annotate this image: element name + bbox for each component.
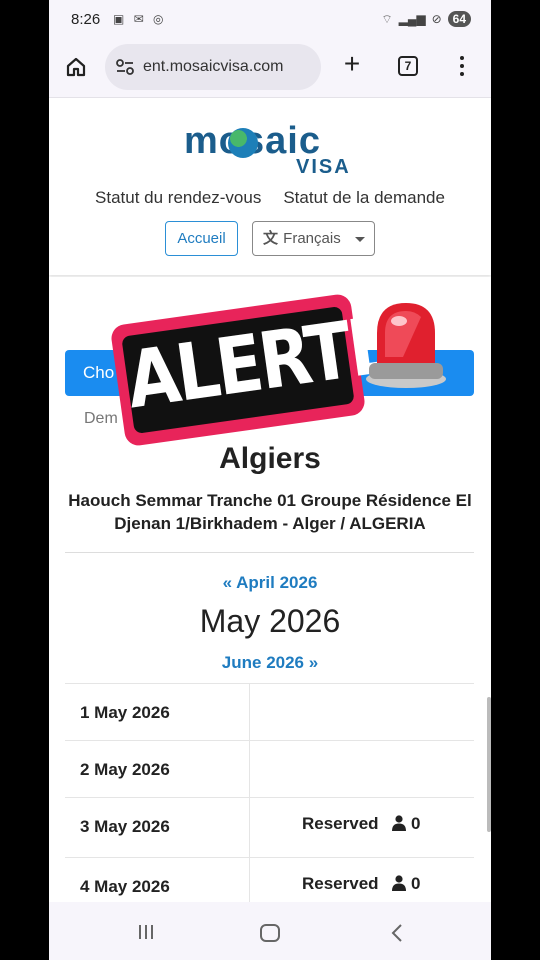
- alert-sticker: ALERTE: [109, 292, 398, 448]
- globe-icon: [228, 128, 258, 158]
- wifi-icon: ⌔: [381, 11, 393, 26]
- previous-month-link[interactable]: « April 2026: [49, 573, 491, 593]
- home-button[interactable]: Accueil: [165, 221, 238, 256]
- day-date: 4 May 2026: [80, 877, 170, 896]
- center-address: Haouch Semmar Tranche 01 Groupe Résidenc…: [68, 491, 472, 533]
- slot-status: Reserved: [302, 814, 379, 833]
- table-row: 2 May 2026: [65, 741, 474, 798]
- nav-appointment-status[interactable]: Statut du rendez-vous: [95, 188, 261, 208]
- site-settings-icon[interactable]: [115, 58, 135, 76]
- table-row: 1 May 2026: [65, 684, 474, 741]
- home-icon[interactable]: [65, 56, 87, 78]
- divider: [65, 552, 474, 553]
- calendar-table: 1 May 2026 2 May 2026 3 May 2026 Reserve…: [65, 683, 474, 918]
- status-time: 8:26: [71, 11, 101, 28]
- day-date: 2 May 2026: [80, 760, 170, 779]
- scrollbar[interactable]: [487, 697, 491, 832]
- url-text[interactable]: ent.mosaicvisa.com: [143, 58, 284, 76]
- signal-icon: ▂▄▆: [398, 12, 426, 26]
- slot-count: 0: [411, 814, 421, 833]
- main-content: Cho Dem ALERTE Algiers Haouch Semmar Tra…: [49, 277, 491, 918]
- back-icon[interactable]: [389, 924, 405, 942]
- site-nav: Statut du rendez-vous Statut de la deman…: [49, 188, 491, 208]
- request-label: Dem: [84, 410, 118, 427]
- recents-icon[interactable]: [137, 924, 155, 940]
- language-select[interactable]: 文 Français: [252, 221, 375, 256]
- translate-icon: 文: [263, 230, 279, 247]
- nav-application-status[interactable]: Statut de la demande: [283, 188, 445, 208]
- center-name: Algiers: [219, 442, 321, 475]
- slot-status: Reserved: [302, 874, 379, 893]
- siren-icon: [366, 303, 446, 388]
- alert-text: ALERTE: [121, 299, 398, 427]
- logo-subtext: VISA: [296, 156, 351, 178]
- notification-icons: ▣ ✉ ◎: [113, 12, 167, 26]
- day-date: 3 May 2026: [80, 817, 170, 836]
- person-icon: [392, 815, 406, 831]
- slot-count: 0: [411, 874, 421, 893]
- language-value: Français: [283, 230, 341, 247]
- month-title: May 2026: [199, 603, 341, 639]
- day-date: 1 May 2026: [80, 703, 170, 722]
- new-tab-button[interactable]: +: [339, 50, 365, 78]
- phone-screen: 8:26 ▣ ✉ ◎ ⌔ ▂▄▆ ⊘ 64 ent.mosaicvisa.com…: [49, 0, 491, 960]
- status-right: ⌔ ▂▄▆ ⊘ 64: [381, 11, 471, 27]
- home-nav-icon[interactable]: [260, 924, 280, 942]
- mosaic-visa-logo[interactable]: mosaic VISA: [184, 120, 354, 180]
- next-month-link[interactable]: June 2026 »: [49, 653, 491, 673]
- address-bar[interactable]: ent.mosaicvisa.com: [105, 44, 321, 90]
- person-icon: [392, 875, 406, 891]
- caret-down-icon: [355, 237, 365, 242]
- battery-icon: 64: [447, 11, 471, 27]
- dnd-icon: ⊘: [431, 12, 442, 26]
- browser-toolbar: ent.mosaicvisa.com + 7: [49, 40, 491, 98]
- table-row: 3 May 2026 Reserved 0: [65, 798, 474, 858]
- more-menu-icon[interactable]: [457, 54, 467, 78]
- status-bar: 8:26 ▣ ✉ ◎ ⌔ ▂▄▆ ⊘ 64: [49, 0, 491, 40]
- system-nav-bar: [49, 902, 491, 960]
- site-header: mosaic VISA Statut du rendez-vous Statut…: [49, 98, 491, 275]
- tab-switcher-button[interactable]: 7: [398, 56, 418, 76]
